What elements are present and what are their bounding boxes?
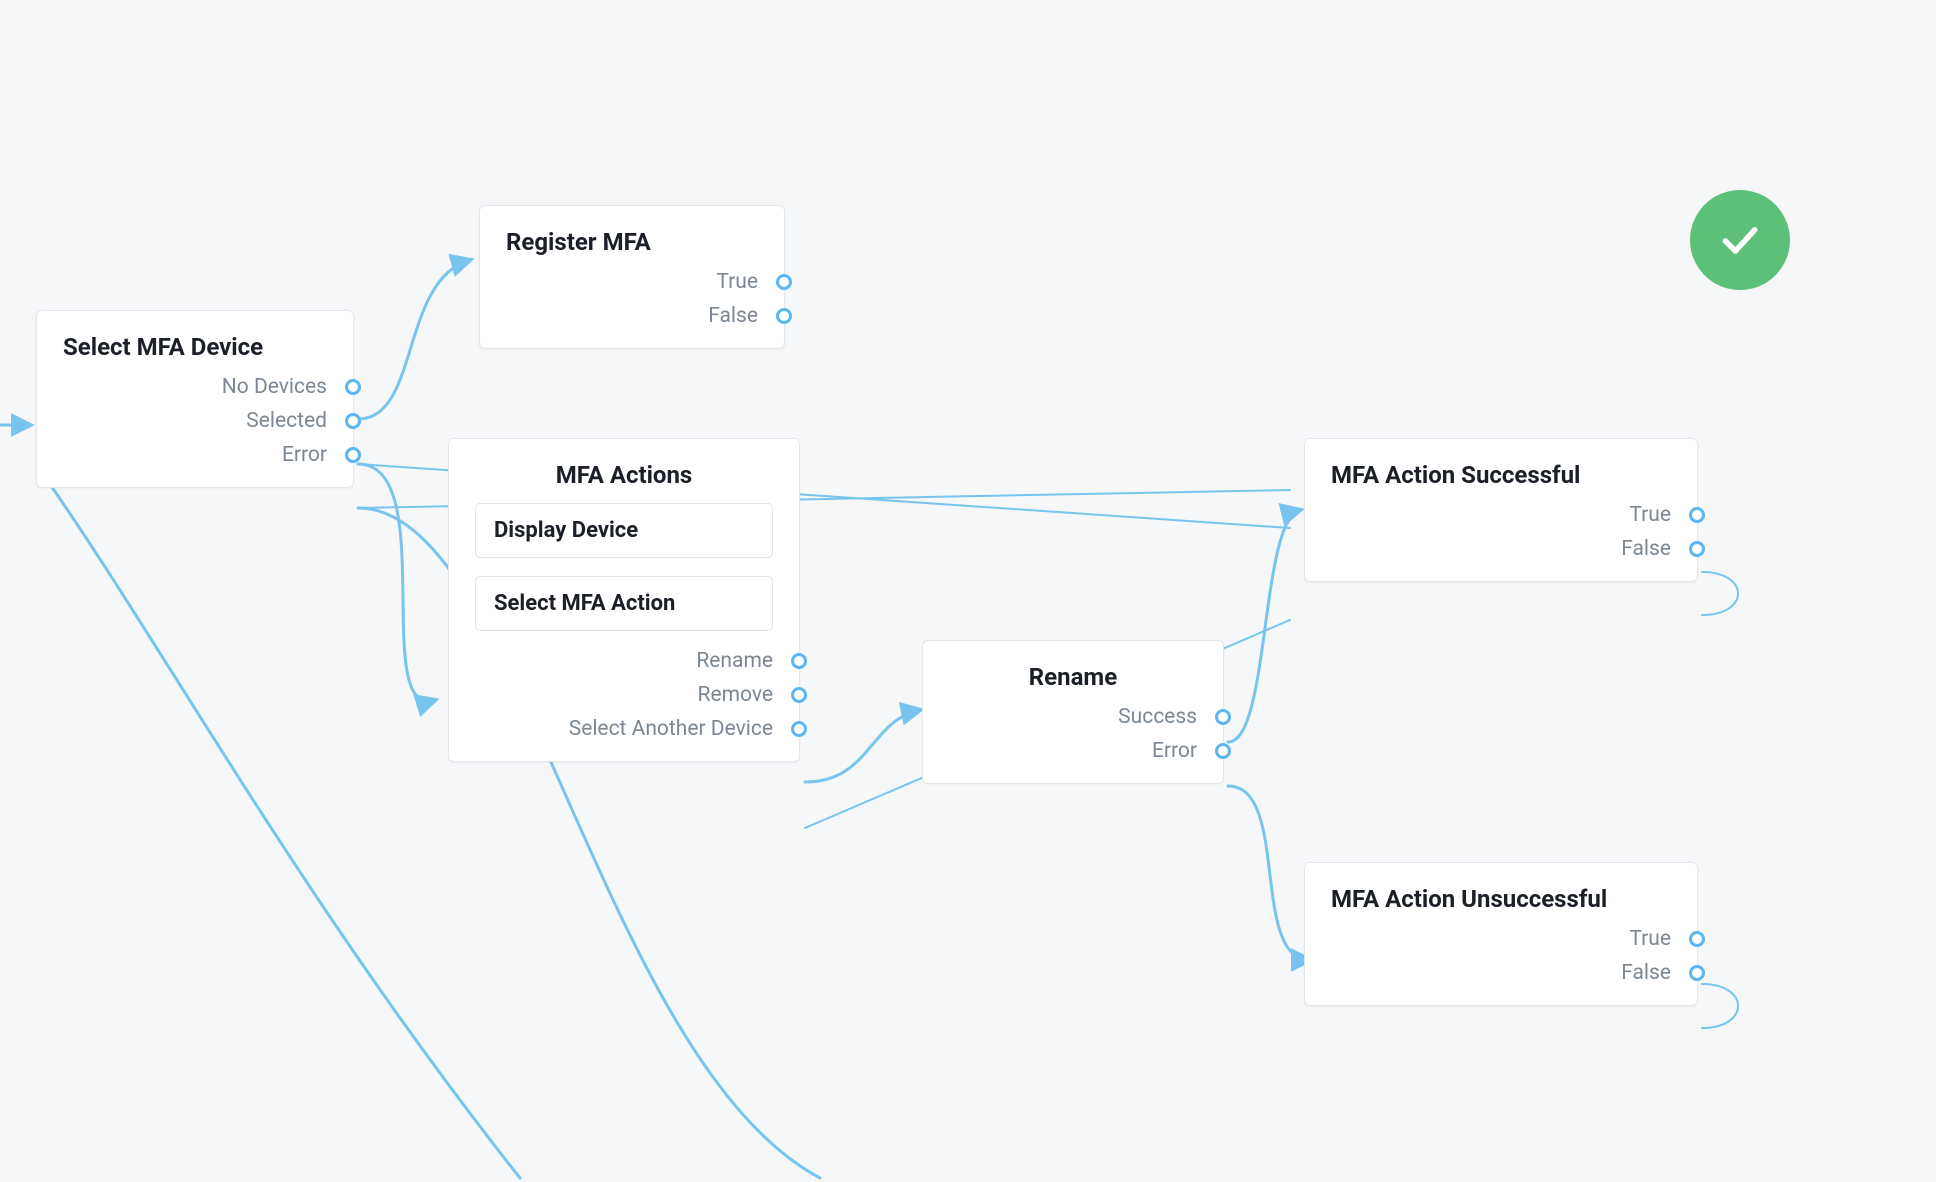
output-remove[interactable]: Remove <box>475 683 773 707</box>
output-false[interactable]: False <box>1331 537 1671 561</box>
output-selected[interactable]: Selected <box>63 409 327 433</box>
port-icon[interactable] <box>791 721 807 737</box>
output-select-another-device[interactable]: Select Another Device <box>475 717 773 741</box>
port-icon[interactable] <box>1689 931 1705 947</box>
success-badge <box>1690 190 1790 290</box>
port-icon[interactable] <box>1689 965 1705 981</box>
output-true[interactable]: True <box>506 270 758 294</box>
port-icon[interactable] <box>1689 541 1705 557</box>
node-mfa-action-successful[interactable]: MFA Action Successful True False <box>1304 438 1698 582</box>
port-icon[interactable] <box>776 308 792 324</box>
port-icon[interactable] <box>345 447 361 463</box>
check-icon <box>1718 218 1762 262</box>
node-title: MFA Action Unsuccessful <box>1331 885 1671 913</box>
node-title: MFA Action Successful <box>1331 461 1671 489</box>
port-icon[interactable] <box>776 274 792 290</box>
output-false[interactable]: False <box>1331 961 1671 985</box>
output-rename[interactable]: Rename <box>475 649 773 673</box>
node-title: Select MFA Device <box>63 333 327 361</box>
node-title: Register MFA <box>506 228 758 256</box>
sub-select-mfa-action[interactable]: Select MFA Action <box>475 576 773 631</box>
output-error[interactable]: Error <box>949 739 1197 763</box>
node-title: MFA Actions <box>475 461 773 489</box>
output-true[interactable]: True <box>1331 503 1671 527</box>
node-mfa-action-unsuccessful[interactable]: MFA Action Unsuccessful True False <box>1304 862 1698 1006</box>
node-mfa-actions[interactable]: MFA Actions Display Device Select MFA Ac… <box>448 438 800 762</box>
sub-display-device[interactable]: Display Device <box>475 503 773 558</box>
port-icon[interactable] <box>1215 743 1231 759</box>
node-select-mfa-device[interactable]: Select MFA Device No Devices Selected Er… <box>36 310 354 488</box>
output-no-devices[interactable]: No Devices <box>63 375 327 399</box>
node-register-mfa[interactable]: Register MFA True False <box>479 205 785 349</box>
node-rename[interactable]: Rename Success Error <box>922 640 1224 784</box>
output-true[interactable]: True <box>1331 927 1671 951</box>
output-error[interactable]: Error <box>63 443 327 467</box>
port-icon[interactable] <box>1215 709 1231 725</box>
port-icon[interactable] <box>345 379 361 395</box>
port-icon[interactable] <box>791 653 807 669</box>
port-icon[interactable] <box>1689 507 1705 523</box>
port-icon[interactable] <box>791 687 807 703</box>
node-title: Rename <box>949 663 1197 691</box>
flow-canvas[interactable]: Select MFA Device No Devices Selected Er… <box>0 0 1936 1182</box>
port-icon[interactable] <box>345 413 361 429</box>
output-success[interactable]: Success <box>949 705 1197 729</box>
output-false[interactable]: False <box>506 304 758 328</box>
